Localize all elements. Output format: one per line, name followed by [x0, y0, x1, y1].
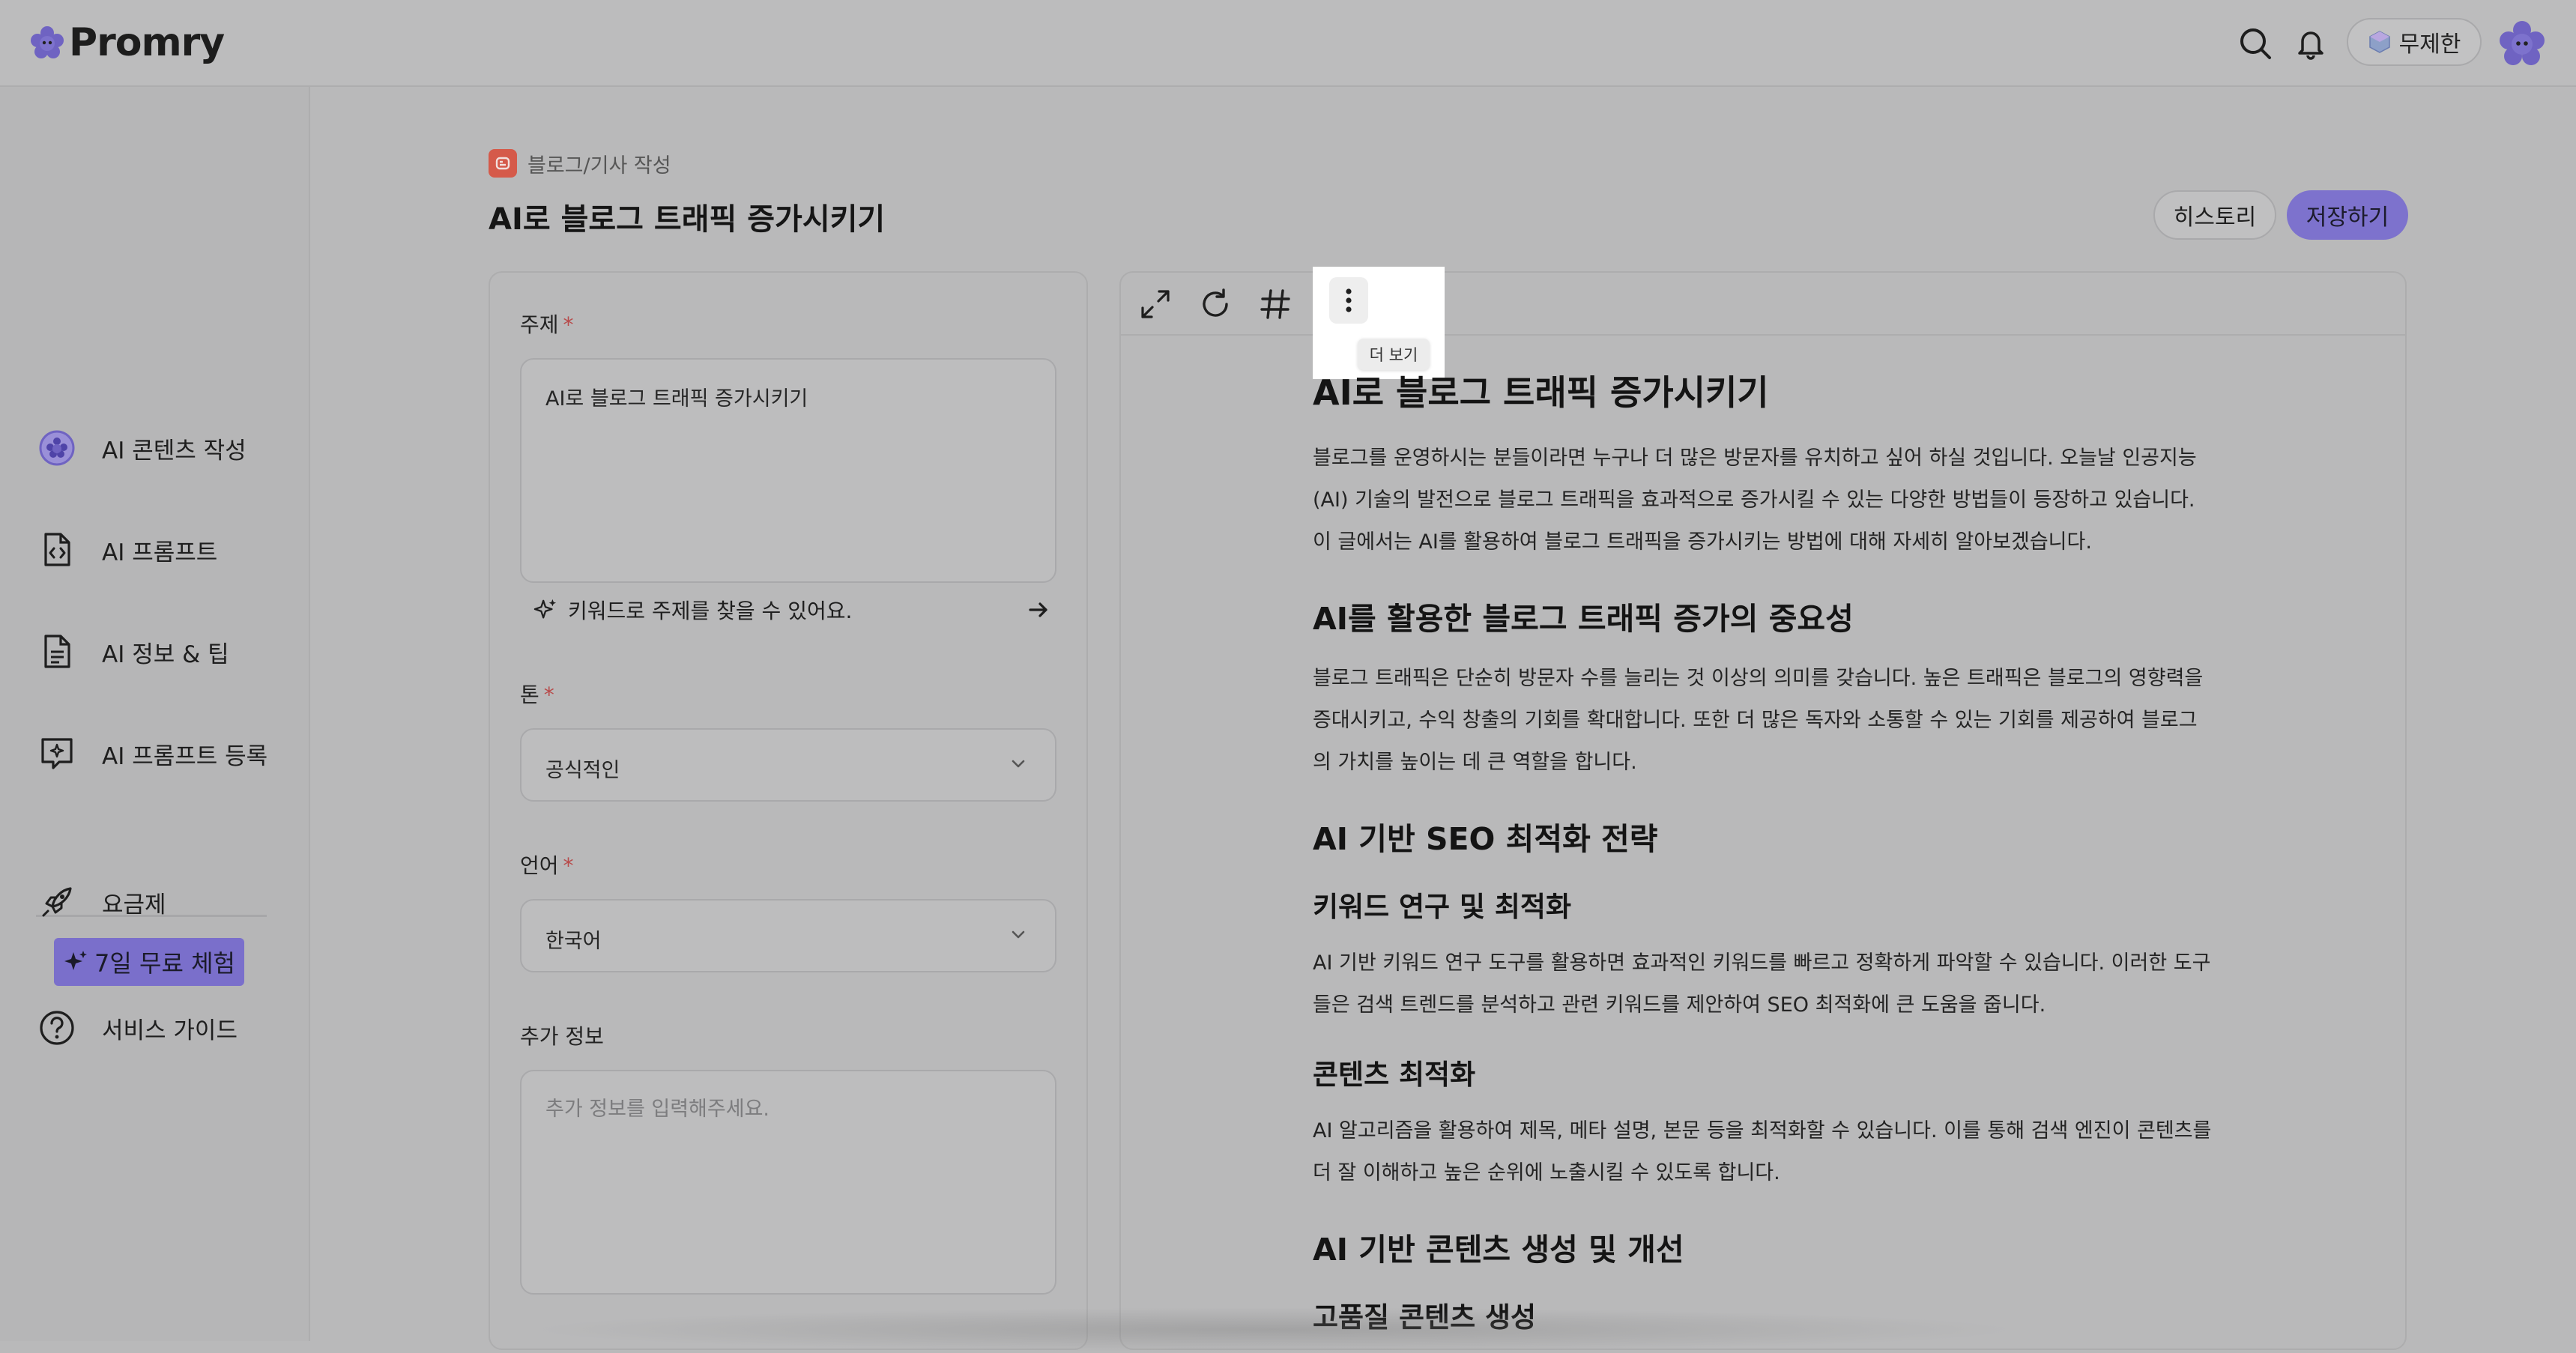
sidebar-item-label: 서비스 가이드 [102, 1017, 238, 1044]
article-heading: AI를 활용한 블로그 트래픽 증가의 중요성 [1313, 601, 1854, 637]
history-button[interactable]: 히스토리 [2153, 190, 2276, 240]
sidebar: AI 콘텐츠 작성 AI 프롬프트 AI 정보 & 팁 AI 프롬프트 등록 요… [0, 87, 310, 1341]
article-content: AI로 블로그 트래픽 증가시키기 블로그를 운영하시는 분들이라면 누구나 더… [1313, 366, 2212, 1353]
article-paragraph: 블로그 트래픽은 단순히 방문자 수를 늘리는 것 이상의 의미를 갖습니다. … [1313, 667, 2204, 774]
chevron-down-icon [1012, 760, 1025, 768]
language-label: 언어 * [520, 853, 574, 878]
breadcrumb: 블로그/기사 작성 [489, 148, 671, 178]
article-heading: AI 기반 콘텐츠 생성 및 개선 [1313, 1232, 1684, 1268]
gem-icon [2368, 31, 2390, 53]
language-select[interactable]: 한국어 [520, 899, 1056, 972]
topic-value: AI로 블로그 트래픽 증가시키기 [545, 387, 808, 411]
save-button[interactable]: 저장하기 [2287, 190, 2408, 240]
plan-label: 무제한 [2398, 31, 2461, 58]
more-options-button[interactable] [1329, 277, 1368, 324]
rocket-icon [37, 883, 76, 921]
required-mark: * [563, 312, 574, 337]
bell-icon[interactable] [2290, 22, 2332, 64]
required-mark: * [563, 853, 574, 878]
document-icon [37, 632, 76, 671]
ai-content-icon [37, 429, 76, 467]
sparkle-icon [64, 951, 88, 970]
free-trial-button[interactable]: 7일 무료 체험 [54, 938, 244, 986]
hashtag-icon[interactable] [1254, 283, 1296, 325]
logo-text: Promry [69, 20, 225, 65]
sidebar-item-ai-prompt[interactable]: AI 프롬프트 [37, 526, 217, 574]
logo[interactable]: Promry [30, 16, 225, 69]
blogger-icon [489, 149, 517, 178]
tone-select[interactable]: 공식적인 [520, 728, 1056, 802]
article-title: AI로 블로그 트래픽 증가시키기 [1313, 372, 1769, 413]
page-title: AI로 블로그 트래픽 증가시키기 [489, 202, 886, 237]
language-value: 한국어 [545, 930, 602, 953]
breadcrumb-label[interactable]: 블로그/기사 작성 [527, 149, 671, 178]
article-paragraph: AI 알고리즘을 활용하여 제목, 메타 설명, 본문 등을 최적화할 수 있습… [1313, 1119, 2212, 1184]
sidebar-item-label: 요금제 [102, 891, 166, 918]
extra-info-textarea[interactable]: 추가 정보를 입력해주세요. [520, 1070, 1056, 1295]
refresh-icon[interactable] [1194, 283, 1236, 325]
top-header: Promry 무제한 [0, 0, 2576, 87]
sidebar-item-label: AI 정보 & 팁 [102, 641, 229, 668]
sidebar-item-ai-content[interactable]: AI 콘텐츠 작성 [37, 424, 247, 472]
form-panel: 주제 * AI로 블로그 트래픽 증가시키기 키워드로 주제를 찾을 수 있어요.… [489, 271, 1088, 1350]
sidebar-item-label: AI 프롬프트 등록 [102, 742, 268, 770]
add-prompt-icon [37, 734, 76, 773]
arrow-right-icon[interactable] [1027, 598, 1050, 622]
search-icon[interactable] [2234, 22, 2276, 64]
article-paragraph: 블로그를 운영하시는 분들이라면 누구나 더 많은 방문자를 유치하고 싶어 하… [1313, 447, 2197, 554]
bottom-shadow [524, 1307, 2023, 1352]
topic-textarea[interactable]: AI로 블로그 트래픽 증가시키기 [520, 358, 1056, 583]
chevron-down-icon [1012, 930, 1025, 939]
extra-info-placeholder: 추가 정보를 입력해주세요. [545, 1098, 770, 1121]
plan-badge[interactable]: 무제한 [2347, 18, 2482, 66]
tone-label: 톤 * [520, 682, 554, 707]
keyword-hint-text: 키워드로 주제를 찾을 수 있어요. [568, 599, 853, 623]
sidebar-item-label: AI 프롬프트 [102, 539, 218, 566]
logo-icon [31, 26, 64, 58]
article-paragraph: AI 기반 키워드 연구 도구를 활용하면 효과적인 키워드를 빠르고 정확하게… [1313, 951, 2211, 1017]
sidebar-item-ai-info[interactable]: AI 정보 & 팁 [37, 628, 229, 676]
expand-icon[interactable] [1134, 283, 1176, 325]
required-mark: * [543, 682, 554, 707]
sidebar-item-label: AI 콘텐츠 작성 [102, 437, 247, 464]
keyword-hint[interactable]: 키워드로 주제를 찾을 수 있어요. [533, 595, 1050, 625]
help-icon [37, 1008, 76, 1047]
avatar[interactable] [2498, 19, 2546, 67]
article-subheading: 키워드 연구 및 최적화 [1313, 891, 1572, 923]
tone-value: 공식적인 [545, 759, 620, 782]
sidebar-item-register-prompt[interactable]: AI 프롬프트 등록 [37, 730, 267, 778]
sidebar-item-pricing[interactable]: 요금제 [37, 878, 166, 926]
sidebar-item-service-guide[interactable]: 서비스 가이드 [37, 1004, 238, 1052]
sparkle-icon [533, 599, 557, 619]
free-trial-label: 7일 무료 체험 [94, 949, 235, 978]
article-heading: AI 기반 SEO 최적화 전략 [1313, 821, 1658, 857]
more-vertical-icon [1346, 288, 1352, 312]
article-subheading: 콘텐츠 최적화 [1313, 1059, 1476, 1091]
topic-label: 주제 * [520, 312, 574, 337]
prompt-file-icon [37, 530, 76, 569]
extra-info-label: 추가 정보 [520, 1024, 604, 1049]
